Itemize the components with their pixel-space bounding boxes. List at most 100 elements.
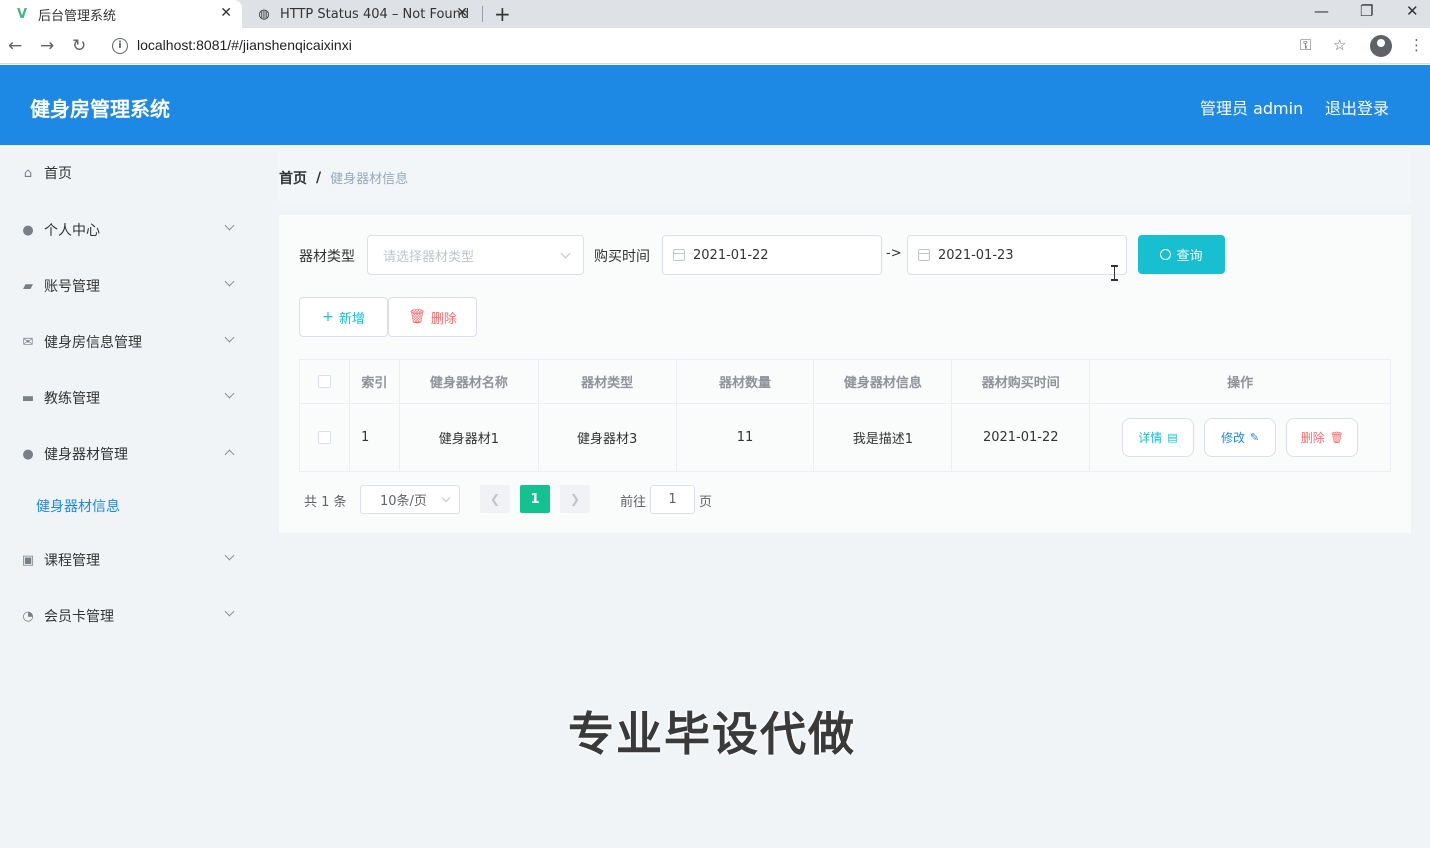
gauge-icon: ◔ (22, 608, 34, 624)
sidebar-item-label: 课程管理 (44, 553, 100, 569)
sidebar-item-personal-center[interactable]: ● 个人中心 (0, 202, 255, 258)
browser-tab[interactable]: ◍ HTTP Status 404 – Not Found ✕ (246, 0, 478, 28)
detail-button[interactable]: 详情 ▤ (1121, 418, 1194, 457)
mail-icon: ✉ (22, 334, 34, 350)
row-checkbox[interactable] (317, 431, 331, 444)
logout-link[interactable]: 退出登录 (1325, 95, 1389, 119)
profile-icon[interactable] (1370, 35, 1392, 57)
sidebar-item-member-card[interactable]: ◔ 会员卡管理 (0, 588, 255, 644)
new-tab-icon[interactable]: + (494, 2, 511, 26)
date-start-value: 2021-01-22 (693, 247, 769, 263)
user-icon: ● (22, 222, 34, 238)
add-button[interactable]: + 新增 (299, 297, 388, 337)
cell-index: 1 (348, 403, 400, 472)
delete-button[interactable]: 🗑 删除 (388, 297, 477, 337)
column-header: 健身器材名称 (398, 359, 539, 404)
date-start-input[interactable]: 2021-01-22 (662, 235, 882, 275)
page-number-current[interactable]: 1 (520, 485, 550, 513)
breadcrumb-separator: / (316, 169, 322, 186)
cell-type: 健身器材3 (537, 403, 677, 472)
sidebar-item-label: 账号管理 (44, 279, 100, 295)
query-button[interactable]: 查询 (1138, 235, 1225, 274)
app-header: 健身房管理系统 管理员 admin 退出登录 (0, 65, 1430, 145)
chevron-down-icon (441, 493, 451, 503)
goto-page-input[interactable]: 1 (650, 485, 695, 514)
browser-tab-active[interactable]: V 后台管理系统 ✕ (0, 0, 242, 28)
chevron-down-icon (224, 276, 235, 287)
column-header: 器材购买时间 (951, 359, 1091, 404)
edit-button-label: 修改 (1220, 431, 1245, 445)
document-icon: ▤ (1167, 431, 1178, 444)
sidebar-item-gym-info[interactable]: ✉ 健身房信息管理 (0, 314, 255, 370)
cell-count: 11 (675, 403, 815, 472)
sidebar-item-course[interactable]: ▣ 课程管理 (0, 532, 255, 588)
row-delete-button[interactable]: 删除 🗑 (1286, 418, 1359, 457)
url-text[interactable]: localhost:8081/#/jianshenqicaixinxi (137, 37, 352, 53)
chevron-right-icon: ❯ (569, 492, 581, 506)
close-icon[interactable]: ✕ (456, 5, 468, 21)
back-icon[interactable]: ← (8, 36, 22, 56)
browser-tab-bar: V 后台管理系统 ✕ ◍ HTTP Status 404 – Not Found… (0, 0, 1430, 28)
breadcrumb-home[interactable]: 首页 (279, 168, 307, 188)
briefcase-icon: ▬ (21, 390, 35, 406)
account-icon: ▰ (23, 278, 33, 294)
sidebar-item-label: 健身器材管理 (44, 447, 128, 463)
type-select[interactable]: 请选择器材类型 (367, 235, 584, 275)
breadcrumb-current: 健身器材信息 (330, 172, 409, 187)
sidebar-item-equipment[interactable]: ● 健身器材管理 (0, 426, 255, 482)
page-size-value: 10条/页 (380, 494, 427, 509)
chevron-down-icon (560, 248, 571, 259)
tab-title: 后台管理系统 (38, 8, 117, 24)
date-end-input[interactable]: 2021-01-23 (907, 235, 1127, 275)
table-row: 1 健身器材1 健身器材3 11 我是描述1 2021-01-22 详情 ▤ 修… (299, 403, 1391, 472)
info-icon[interactable]: i (112, 38, 128, 54)
close-icon[interactable]: ✕ (220, 5, 232, 21)
reload-icon[interactable]: ↻ (72, 36, 86, 56)
breadcrumb: 首页 / 健身器材信息 (279, 150, 1411, 205)
page-size-select[interactable]: 10条/页 (360, 485, 460, 514)
pagination-total: 共 1 条 (304, 495, 347, 510)
trash-icon: 🗑 (1329, 431, 1344, 444)
close-window-icon[interactable]: ✕ (1406, 2, 1419, 20)
select-all-checkbox[interactable] (317, 375, 331, 388)
select-all-cell[interactable] (299, 359, 350, 404)
calendar-icon (673, 249, 685, 261)
tab-title: HTTP Status 404 – Not Found (280, 6, 470, 22)
sidebar-item-coach[interactable]: ▬ 教练管理 (0, 370, 255, 426)
chevron-down-icon (224, 550, 235, 561)
home-icon: ⌂ (23, 165, 33, 181)
sidebar: ⌂ 首页 ● 个人中心 ▰ 账号管理 ✉ 健身房信息管理 ▬ 教练管理 ● 健身… (0, 145, 255, 848)
cell-info: 我是描述1 (813, 403, 953, 472)
key-icon[interactable]: ⚿ (1300, 36, 1311, 54)
row-select-cell[interactable] (299, 403, 350, 472)
type-select-placeholder: 请选择器材类型 (383, 249, 475, 265)
sidebar-item-label: 个人中心 (44, 223, 100, 239)
table-header-row: 索引 健身器材名称 器材类型 器材数量 健身器材信息 器材购买时间 操作 (299, 359, 1391, 404)
search-icon (1160, 249, 1172, 260)
menu-icon[interactable]: ⋮ (1409, 36, 1424, 54)
sidebar-item-account[interactable]: ▰ 账号管理 (0, 258, 255, 314)
minimize-icon[interactable]: — (1314, 2, 1329, 20)
restore-icon[interactable]: ❐ (1360, 2, 1373, 20)
column-header: 健身器材信息 (813, 359, 953, 404)
edit-button[interactable]: 修改 ✎ (1204, 418, 1277, 457)
sidebar-item-label: 会员卡管理 (44, 609, 114, 625)
goto-label: 前往 (620, 495, 647, 510)
next-page-button[interactable]: ❯ (560, 485, 590, 513)
star-icon[interactable]: ☆ (1333, 36, 1346, 54)
sidebar-item-label: 教练管理 (44, 391, 100, 407)
type-filter-label: 器材类型 (299, 249, 355, 265)
tab-divider (482, 6, 483, 22)
sidebar-subitem-label: 健身器材信息 (36, 499, 120, 515)
page-suffix: 页 (699, 495, 713, 510)
prev-page-button[interactable]: ❮ (480, 485, 510, 513)
user-icon: ● (22, 446, 34, 462)
detail-button-label: 详情 (1138, 431, 1163, 445)
column-header: 器材数量 (675, 359, 815, 404)
sidebar-item-label: 首页 (44, 166, 72, 182)
equipment-table: 索引 健身器材名称 器材类型 器材数量 健身器材信息 器材购买时间 操作 1 健… (299, 359, 1391, 472)
sidebar-subitem-equipment-info[interactable]: 健身器材信息 (0, 481, 255, 531)
cell-actions: 详情 ▤ 修改 ✎ 删除 🗑 (1089, 403, 1391, 472)
sidebar-item-home[interactable]: ⌂ 首页 (0, 145, 255, 201)
forward-icon[interactable]: → (40, 36, 54, 56)
